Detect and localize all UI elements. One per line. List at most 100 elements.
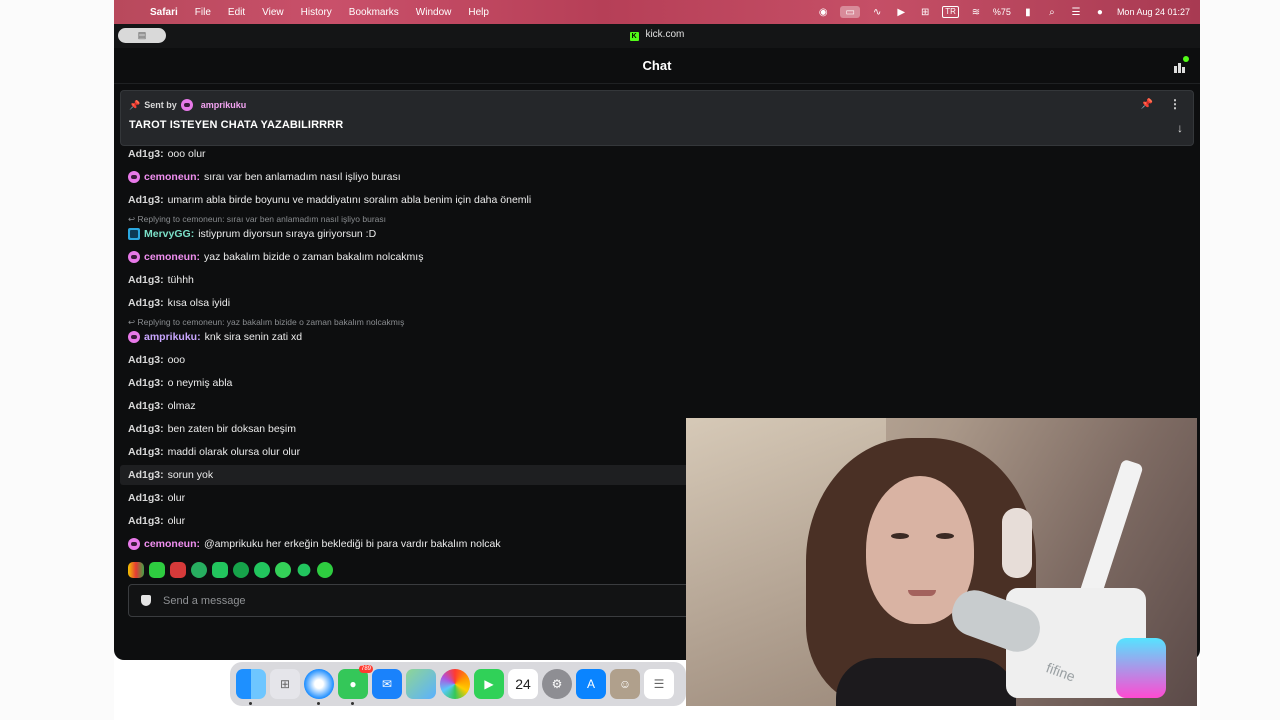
chat-username[interactable]: Ad1g3 (128, 446, 160, 458)
chat-text: knk sira senin zati xd (204, 331, 303, 343)
kick-logo-icon: K (629, 32, 639, 41)
chat-username[interactable]: Ad1g3 (128, 354, 160, 366)
pinned-sender[interactable]: amprikuku (201, 100, 247, 110)
chat-username[interactable]: Ad1g3 (128, 194, 160, 206)
chat-message[interactable]: Ad1g3: ooo (120, 350, 1190, 370)
wifi-icon[interactable]: ≋ (969, 6, 983, 18)
chat-message[interactable]: Ad1g3: olmaz (120, 396, 1190, 416)
menu-edit[interactable]: Edit (228, 7, 245, 18)
emote-green-smile[interactable] (275, 562, 291, 578)
pinned-sender-row: 📌 Sent by amprikuku (129, 99, 1185, 111)
username-colon: : (160, 492, 164, 504)
waveform-icon[interactable]: ∿ (870, 6, 884, 18)
system-settings-icon[interactable]: ⚙ (542, 669, 572, 699)
menu-bookmarks[interactable]: Bookmarks (349, 7, 399, 18)
username-colon: : (160, 194, 164, 206)
finder-icon[interactable] (236, 669, 266, 705)
chat-username[interactable]: amprikuku (144, 331, 197, 343)
chat-text: olur (167, 492, 186, 504)
chat-username[interactable]: Ad1g3 (128, 297, 160, 309)
facetime-icon[interactable]: ▶ (474, 669, 504, 699)
username-colon: : (196, 251, 201, 263)
chat-username[interactable]: Ad1g3 (128, 400, 160, 412)
send-message-input[interactable] (163, 594, 563, 607)
sender-badge-icon (180, 99, 193, 111)
input-source[interactable]: TR (942, 6, 959, 18)
calendar-day: 24 (515, 676, 531, 692)
online-dot (1183, 56, 1189, 62)
desktop-right (1200, 0, 1280, 720)
contacts-icon[interactable]: ☺ (610, 669, 640, 699)
expand-arrow-icon[interactable]: ↓ (1177, 121, 1183, 135)
username-colon: : (160, 274, 164, 286)
chat-username[interactable]: Ad1g3 (128, 515, 160, 527)
control-center-icon[interactable]: ☰ (1069, 6, 1083, 18)
chat-username[interactable]: Ad1g3 (128, 492, 160, 504)
unpin-icon[interactable]: 📌 (1141, 99, 1153, 110)
launchpad-icon[interactable]: ⊞ (270, 669, 300, 699)
chat-username[interactable]: Ad1g3 (128, 377, 160, 389)
reply-text: Replying to cemoneun: sıraı var ben anla… (137, 214, 386, 224)
emote-green-chat[interactable] (212, 562, 228, 578)
screen-record-icon[interactable]: ◉ (816, 6, 830, 18)
chat-username[interactable]: Ad1g3 (128, 274, 160, 286)
emote-green-tongue[interactable] (317, 562, 333, 578)
siri-icon[interactable]: ● (1093, 6, 1107, 18)
maps-icon[interactable] (406, 669, 436, 699)
emote-green-bike[interactable] (233, 562, 249, 578)
app-store-icon[interactable]: A (576, 669, 606, 699)
emote-green-small[interactable] (297, 563, 311, 577)
webcam-overlay: fifine (686, 418, 1197, 706)
more-options-icon[interactable]: ⋮ (1169, 97, 1181, 111)
mail-icon[interactable]: ✉ (372, 669, 402, 699)
messages-icon[interactable]: ● 789 (338, 665, 373, 705)
chat-message[interactable]: cemoneun: sıraı var ben anlamadım nasıl i… (120, 167, 1190, 187)
reminders-icon[interactable]: ☰ (644, 669, 674, 699)
chat-username[interactable]: cemoneun (144, 171, 197, 183)
chatters-icon[interactable] (1172, 56, 1189, 74)
display-icon[interactable]: ▭ (840, 6, 861, 18)
emote-green-blob[interactable] (254, 562, 270, 578)
menu-file[interactable]: File (195, 7, 211, 18)
chat-text: ben zaten bir doksan beşim (167, 423, 297, 435)
address-bar[interactable]: K kick.com (114, 29, 1200, 41)
chat-header: Chat (114, 48, 1200, 84)
chat-message[interactable]: Ad1g3: ooo olur (120, 144, 1190, 164)
play-icon[interactable]: ▶ (894, 6, 908, 18)
running-indicator (317, 702, 320, 705)
chat-username[interactable]: cemoneun (144, 538, 197, 550)
menu-window[interactable]: Window (416, 7, 452, 18)
chat-username[interactable]: MervyGG (144, 228, 191, 240)
battery-icon[interactable]: ▮ (1021, 6, 1035, 18)
calendar-icon[interactable]: 24 (508, 669, 538, 699)
emote-bars[interactable] (128, 562, 144, 578)
menubar-clock[interactable]: Mon Aug 24 01:27 (1117, 7, 1190, 17)
chat-message[interactable]: cemoneun: yaz bakalım bizide o zaman baka… (120, 247, 1190, 267)
menu-history[interactable]: History (301, 7, 332, 18)
menu-app-name[interactable]: Safari (150, 7, 178, 18)
safari-icon[interactable] (304, 669, 334, 705)
menu-help[interactable]: Help (468, 7, 489, 18)
menu-view[interactable]: View (262, 7, 284, 18)
chat-message[interactable]: Ad1g3: o neymiş abla (120, 373, 1190, 393)
username-colon: : (160, 377, 164, 389)
desktop-left (0, 0, 114, 720)
spotlight-icon[interactable]: ⌕ (1045, 6, 1059, 18)
chat-message[interactable]: Ad1g3: kısa olsa iyidi (120, 293, 1190, 313)
chat-username[interactable]: Ad1g3 (128, 148, 160, 160)
photos-icon[interactable] (440, 669, 470, 699)
chat-username[interactable]: Ad1g3 (128, 423, 160, 435)
chat-username[interactable]: Ad1g3 (128, 469, 160, 481)
chat-username[interactable]: cemoneun (144, 251, 197, 263)
emote-red-face[interactable] (170, 562, 186, 578)
emote-globe[interactable] (191, 562, 207, 578)
grid-icon[interactable]: ⊞ (918, 6, 932, 18)
chat-text: olur (167, 515, 186, 527)
chat-message[interactable]: Ad1g3: umarım abla birde boyunu ve maddiy… (120, 190, 1190, 210)
apple-menu-icon[interactable] (124, 5, 138, 19)
chat-message[interactable]: amprikuku: knk sira senin zati xd (120, 327, 1190, 347)
chat-text: o neymiş abla (167, 377, 233, 389)
chat-message[interactable]: Ad1g3: tühhh (120, 270, 1190, 290)
emote-green-cup[interactable] (149, 562, 165, 578)
chat-message[interactable]: MervyGG: istiyprum diyorsun sıraya giriyo… (120, 224, 1190, 244)
